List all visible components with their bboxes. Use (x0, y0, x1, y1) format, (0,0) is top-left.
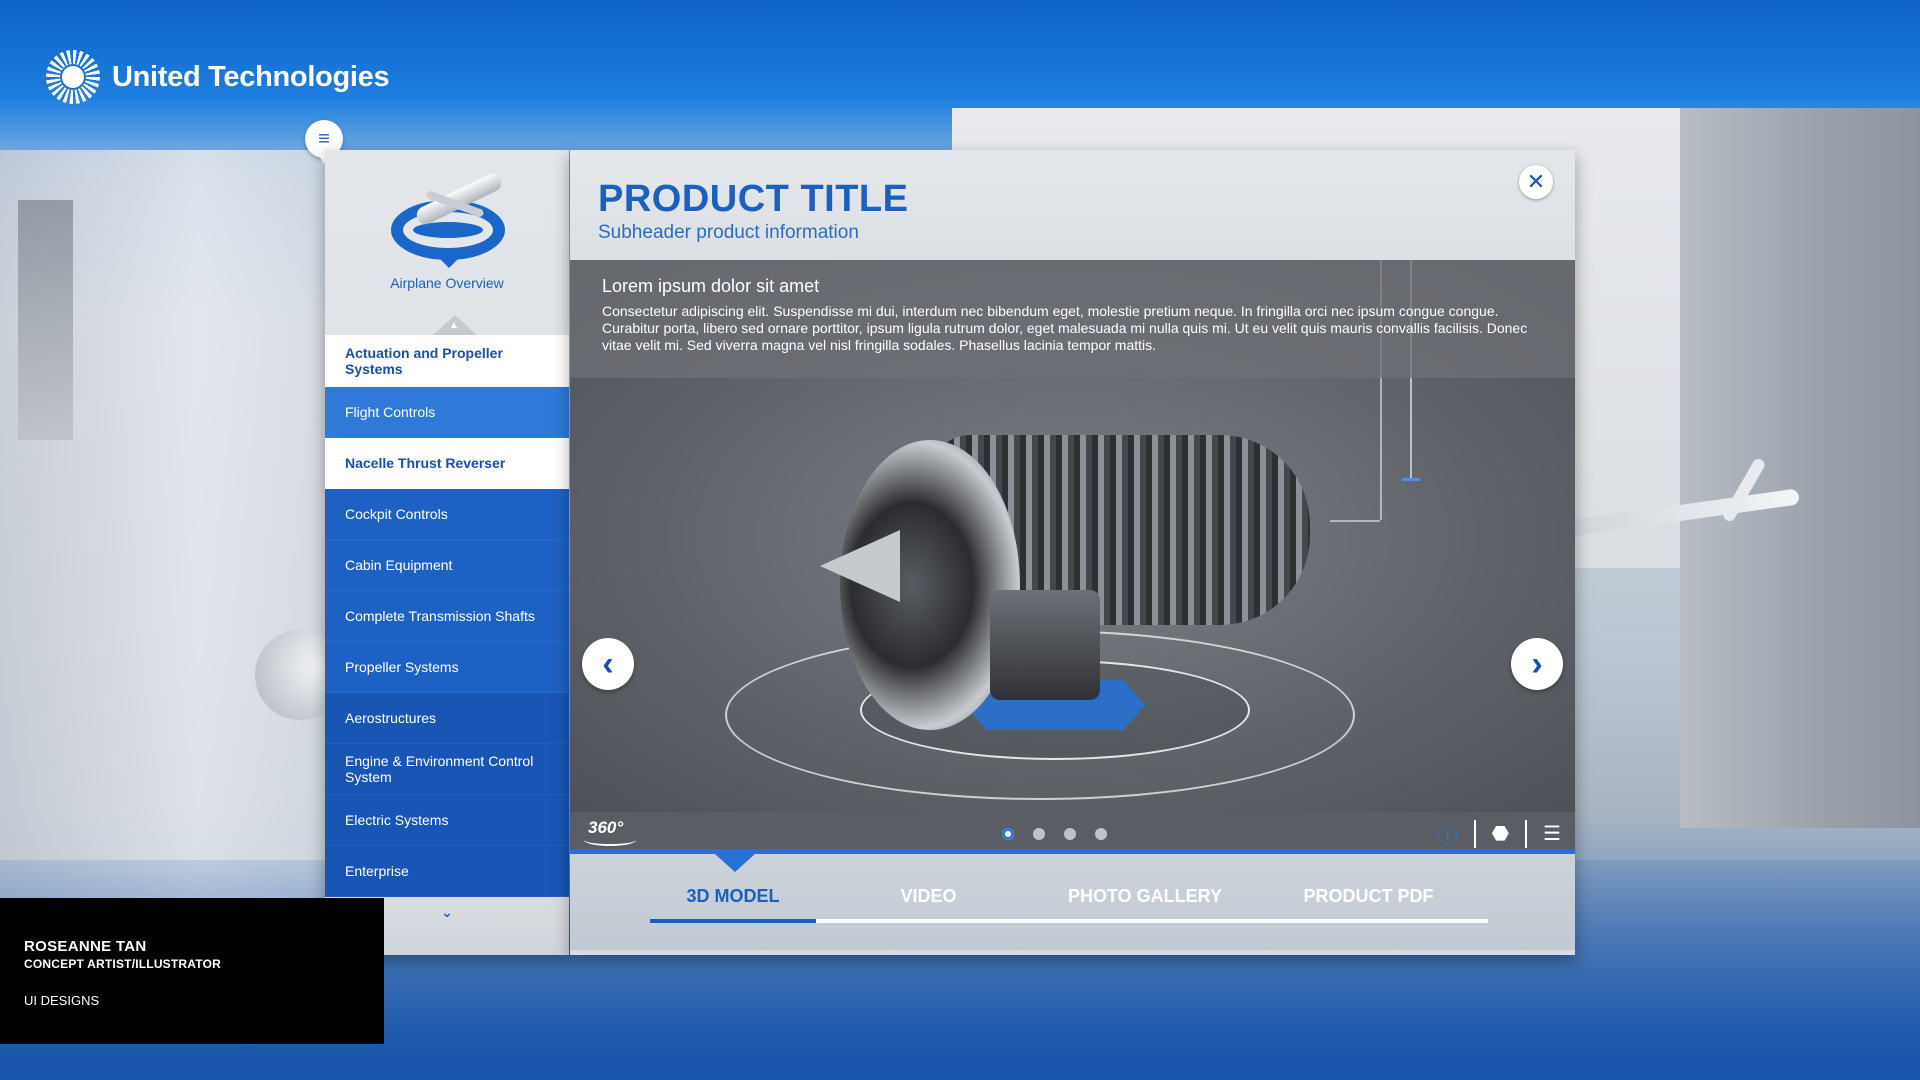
product-header: PRODUCT TITLE Subheader product informat… (570, 150, 1575, 260)
product-panel: PRODUCT TITLE Subheader product informat… (570, 150, 1575, 955)
chevron-down-icon: ⌄ (441, 904, 453, 920)
credit-role: CONCEPT ARTIST/ILLUSTRATOR (24, 957, 221, 971)
viewer-toolbar: 360° ⓘ ⬣ ☰ (570, 812, 1575, 854)
slide-pagination (1002, 828, 1107, 840)
sidebar-item-label: Aerostructures (345, 710, 437, 726)
sunburst-logo-icon (46, 50, 100, 104)
close-button[interactable]: ✕ (1519, 165, 1553, 199)
divider (1473, 819, 1476, 848)
next-button[interactable]: › (1511, 638, 1563, 690)
sidebar-item-label: Propeller Systems (345, 659, 459, 675)
credit-section: UI DESIGNS (24, 993, 100, 1008)
pagination-dot[interactable] (1002, 828, 1014, 840)
callout-line (1330, 520, 1380, 522)
cube-icon[interactable]: ⬣ (1492, 821, 1509, 846)
sidebar-item-label: Cabin Equipment (345, 557, 453, 573)
engine-model-gearbox (990, 590, 1100, 700)
pagination-dot[interactable] (1095, 828, 1107, 840)
description-body: Consectetur adipiscing elit. Suspendisse… (602, 303, 1528, 353)
chevron-left-icon: ‹ (602, 644, 614, 683)
sidebar-item-label: Engine & Environment Control System (345, 753, 534, 785)
sidebar-item-label: Cockpit Controls (345, 506, 448, 522)
background-column (1680, 108, 1920, 828)
close-icon: ✕ (1526, 169, 1546, 194)
sidebar-item-label: Actuation and Propeller Systems (345, 344, 503, 377)
sidebar-nav: Actuation and Propeller Systems Flight C… (325, 335, 569, 897)
sidebar-item-label: Electric Systems (345, 812, 449, 828)
credit-block: ROSEANNE TAN CONCEPT ARTIST/ILLUSTRATOR … (0, 898, 384, 1044)
active-tab-pointer (715, 854, 755, 872)
sidebar-item-propeller[interactable]: Propeller Systems (325, 642, 569, 693)
divider (1525, 819, 1528, 848)
description-title: Lorem ipsum dolor sit amet (602, 276, 820, 296)
sidebar-item-label: Flight Controls (345, 404, 436, 420)
brand-name: United Technologies (112, 60, 390, 93)
tab-video[interactable]: VIDEO (816, 886, 1041, 923)
sidebar-item-aerostructures[interactable]: Aerostructures (325, 693, 569, 744)
sidebar-item-label: Nacelle Thrust Reverser (345, 455, 506, 471)
sidebar-item-engine[interactable]: Engine & Environment Control System (325, 744, 569, 795)
pagination-dot[interactable] (1064, 828, 1076, 840)
sidebar-item-electric[interactable]: Electric Systems (325, 795, 569, 846)
background-shadow (18, 200, 73, 440)
pagination-dot[interactable] (1033, 828, 1045, 840)
viewer-tools: ⓘ ⬣ ☰ (1438, 819, 1561, 848)
sidebar: Airplane Overview ▲ Actuation and Propel… (325, 150, 569, 955)
previous-button[interactable]: ‹ (582, 638, 634, 690)
product-description: Lorem ipsum dolor sit amet Consectetur a… (570, 260, 1575, 378)
product-tabs: 3D MODEL VIDEO PHOTO GALLERY PRODUCT PDF (570, 854, 1575, 950)
engine-model-nose-cone (820, 530, 900, 602)
scroll-up-button[interactable]: ▲ (433, 315, 477, 335)
tab-row: 3D MODEL VIDEO PHOTO GALLERY PRODUCT PDF (650, 886, 1488, 923)
tab-photo-gallery[interactable]: PHOTO GALLERY (1041, 886, 1249, 923)
sidebar-item-cabin[interactable]: Cabin Equipment (325, 540, 569, 591)
sidebar-item-actuation[interactable]: Actuation and Propeller Systems (325, 335, 569, 387)
rotate-360-icon: 360° (588, 818, 624, 837)
sidebar-item-flight-controls[interactable]: Flight Controls (325, 387, 569, 438)
page-subtitle: Subheader product information (598, 222, 859, 243)
rotate-360-button[interactable]: 360° (583, 818, 637, 846)
sidebar-item-enterprise[interactable]: Enterprise (325, 846, 569, 897)
airplane-overview-button[interactable]: Airplane Overview ▲ (325, 150, 569, 335)
brand-logo[interactable]: United Technologies (46, 50, 390, 104)
airplane-overview-label: Airplane Overview (390, 275, 504, 291)
chevron-up-icon: ▲ (449, 320, 459, 331)
sidebar-item-label: Complete Transmission Shafts (345, 608, 535, 624)
hamburger-icon: ≡ (318, 128, 330, 150)
sidebar-item-label: Enterprise (345, 863, 409, 879)
tab-product-pdf[interactable]: PRODUCT PDF (1249, 886, 1488, 923)
chevron-right-icon: › (1531, 644, 1543, 683)
sidebar-item-transmission[interactable]: Complete Transmission Shafts (325, 591, 569, 642)
tab-3d-model[interactable]: 3D MODEL (650, 886, 816, 923)
list-icon[interactable]: ☰ (1543, 821, 1561, 846)
page-title: PRODUCT TITLE (598, 178, 909, 220)
3d-model-viewer[interactable]: Lorem ipsum dolor sit amet Consectetur a… (570, 260, 1575, 812)
measurement-marker (1402, 478, 1420, 481)
info-icon[interactable]: ⓘ (1438, 819, 1458, 848)
credit-name: ROSEANNE TAN (24, 938, 147, 955)
sidebar-item-cockpit[interactable]: Cockpit Controls (325, 489, 569, 540)
sidebar-item-nacelle[interactable]: Nacelle Thrust Reverser (325, 438, 569, 489)
